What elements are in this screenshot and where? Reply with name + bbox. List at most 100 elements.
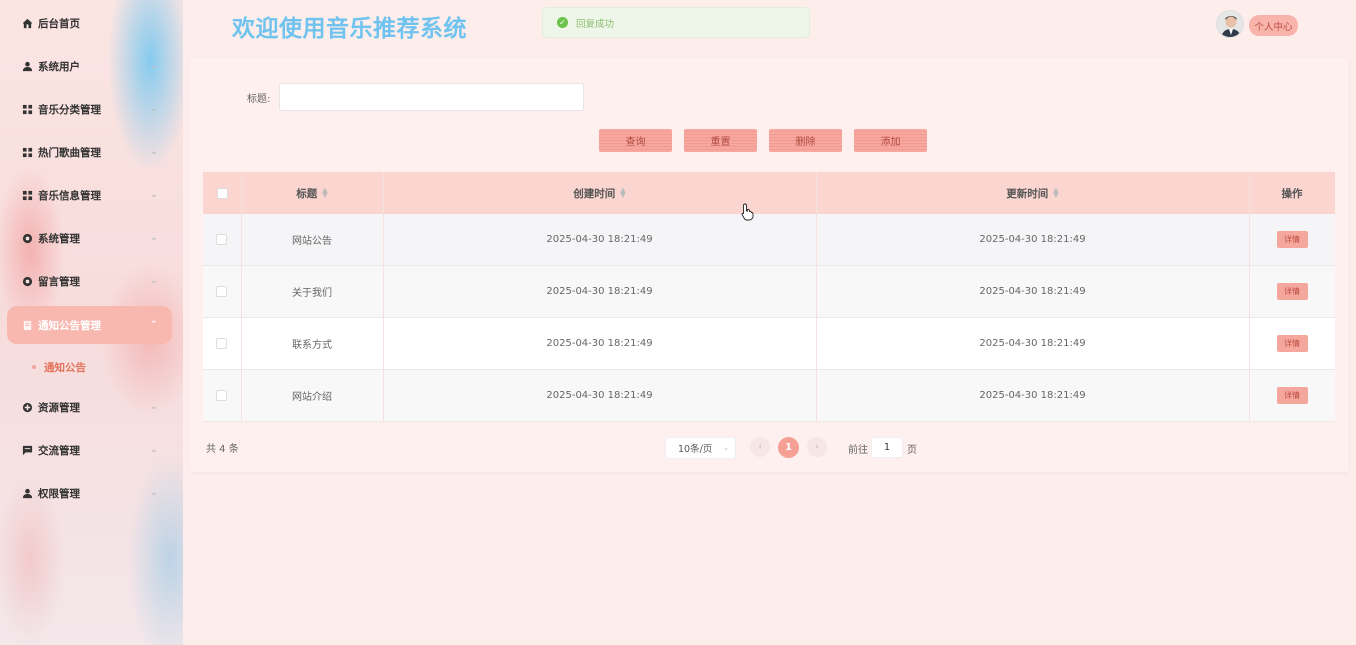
cell-updated: 2025-04-30 18:21:49: [979, 286, 1086, 297]
sidebar-item-permissions[interactable]: 权限管理 ⌄: [0, 474, 183, 512]
sidebar-item-exchange[interactable]: 交流管理 ⌄: [0, 431, 183, 469]
search-label: 标题:: [247, 94, 271, 105]
sidebar-item-resources[interactable]: 资源管理 ⌄: [0, 388, 183, 426]
row-checkbox[interactable]: [215, 234, 227, 245]
chevron-down-icon: ⌄: [150, 445, 158, 455]
chevron-down-icon: ⌄: [150, 147, 158, 157]
sort-icon[interactable]: ▲ ▼: [620, 187, 625, 199]
page-number-current[interactable]: 1: [778, 437, 799, 458]
sidebar-item-label: 音乐信息管理: [38, 189, 101, 202]
sidebar-item-label: 热门歌曲管理: [38, 146, 101, 159]
gear-icon: [22, 233, 33, 244]
cell-updated: 2025-04-30 18:21:49: [979, 390, 1086, 401]
chevron-right-icon: ›: [815, 442, 819, 452]
add-button[interactable]: 添加: [854, 129, 927, 152]
sort-icon[interactable]: ▲ ▼: [1053, 187, 1058, 199]
cell-created: 2025-04-30 18:21:49: [546, 390, 653, 401]
sidebar-item-label: 通知公告管理: [38, 319, 101, 332]
next-page-button[interactable]: ›: [807, 437, 827, 457]
delete-button[interactable]: 删除: [769, 129, 842, 152]
grid-icon: [22, 104, 33, 115]
prev-page-button[interactable]: ‹: [750, 437, 770, 457]
select-all-checkbox[interactable]: [216, 187, 228, 199]
reset-button[interactable]: 重置: [684, 129, 757, 152]
sidebar-item-music-category[interactable]: 音乐分类管理 ⌄: [0, 90, 183, 128]
cell-title: 联系方式: [292, 340, 332, 351]
column-header-title[interactable]: 标题 ▲ ▼: [241, 172, 383, 214]
page-size-select[interactable]: 10条/页 ⌄: [665, 437, 736, 459]
sidebar-item-label: 权限管理: [38, 487, 80, 500]
chevron-down-icon: ⌄: [150, 61, 158, 71]
sidebar-item-notices[interactable]: 通知公告管理 ⌃: [7, 306, 172, 344]
chevron-down-icon: ⌄: [150, 233, 158, 243]
submenu-item-label: 通知公告: [44, 361, 86, 374]
chevron-left-icon: ‹: [758, 442, 762, 452]
chevron-down-icon: ⌄: [150, 104, 158, 114]
user-icon: [22, 488, 33, 499]
check-circle-icon: ✓: [557, 17, 568, 28]
plus-circle-icon: [22, 402, 33, 413]
table-header: 标题 ▲ ▼ 创建时间 ▲ ▼ 更新时间 ▲ ▼ 操作: [203, 172, 1335, 214]
sidebar-item-messages[interactable]: 留言管理 ⌄: [0, 262, 183, 300]
sidebar-item-label: 交流管理: [38, 444, 80, 457]
mouse-cursor-icon: [741, 203, 755, 225]
detail-button[interactable]: 详情: [1276, 387, 1308, 404]
cell-title: 关于我们: [292, 288, 332, 299]
chat-icon: [22, 445, 33, 456]
sort-icon[interactable]: ▲ ▼: [322, 187, 327, 199]
sidebar-item-label: 后台首页: [38, 17, 80, 30]
detail-button[interactable]: 详情: [1276, 283, 1308, 300]
chevron-down-icon: ⌄: [150, 190, 158, 200]
goto-suffix: 页: [907, 445, 917, 456]
column-header-updated[interactable]: 更新时间 ▲ ▼: [816, 172, 1249, 214]
sidebar-item-label: 留言管理: [38, 275, 80, 288]
sidebar-item-hot-songs[interactable]: 热门歌曲管理 ⌄: [0, 133, 183, 171]
sidebar-item-label: 资源管理: [38, 401, 80, 414]
sidebar-item-label: 系统用户: [38, 60, 80, 73]
user-icon: [22, 61, 33, 72]
row-checkbox[interactable]: [215, 390, 227, 401]
avatar[interactable]: [1216, 10, 1244, 38]
sidebar-item-music-info[interactable]: 音乐信息管理 ⌄: [0, 176, 183, 214]
gear-icon: [22, 276, 33, 287]
chevron-down-icon: ⌄: [150, 488, 158, 498]
chevron-down-icon: ⌄: [723, 444, 729, 452]
detail-button[interactable]: 详情: [1276, 335, 1308, 352]
row-checkbox[interactable]: [215, 286, 227, 297]
detail-button[interactable]: 详情: [1276, 231, 1308, 248]
profile-button[interactable]: 个人中心: [1249, 15, 1298, 36]
cell-updated: 2025-04-30 18:21:49: [979, 338, 1086, 349]
column-header-actions: 操作: [1281, 187, 1303, 200]
sidebar-item-system[interactable]: 系统管理 ⌄: [0, 219, 183, 257]
chevron-down-icon: ⌄: [150, 276, 158, 286]
sidebar: 后台首页 系统用户 ⌄ 音乐分类管理 ⌄ 热门歌曲管理 ⌄ 音乐信息管理 ⌄ 系…: [0, 0, 183, 645]
bullet-icon: [32, 365, 36, 369]
table-row: 联系方式 2025-04-30 18:21:49 2025-04-30 18:2…: [203, 318, 1335, 370]
cell-created: 2025-04-30 18:21:49: [546, 338, 653, 349]
sidebar-item-label: 音乐分类管理: [38, 103, 101, 116]
total-count: 共 4 条: [206, 444, 239, 455]
sidebar-item-home[interactable]: 后台首页: [0, 4, 183, 42]
select-all-cell: [203, 172, 241, 214]
success-toast: ✓ 回复成功: [542, 7, 810, 38]
grid-icon: [22, 147, 33, 158]
row-checkbox[interactable]: [215, 338, 227, 349]
title-search-input[interactable]: [279, 83, 584, 111]
sidebar-item-label: 系统管理: [38, 232, 80, 245]
chevron-down-icon: ⌄: [150, 402, 158, 412]
cell-updated: 2025-04-30 18:21:49: [979, 234, 1086, 245]
cell-title: 网站介绍: [292, 392, 332, 403]
table-row: 关于我们 2025-04-30 18:21:49 2025-04-30 18:2…: [203, 266, 1335, 318]
grid-icon: [22, 190, 33, 201]
toast-message: 回复成功: [576, 18, 615, 30]
table-row: 网站公告 2025-04-30 18:21:49 2025-04-30 18:2…: [203, 214, 1335, 266]
chevron-up-icon: ⌃: [150, 320, 158, 330]
sidebar-item-users[interactable]: 系统用户 ⌄: [0, 47, 183, 85]
goto-page-input[interactable]: 1: [871, 437, 903, 458]
submenu-item-notice[interactable]: 通知公告: [32, 358, 86, 376]
page-title: 欢迎使用音乐推荐系统: [232, 16, 467, 42]
cell-created: 2025-04-30 18:21:49: [546, 286, 653, 297]
query-button[interactable]: 查询: [599, 129, 672, 152]
table-row: 网站介绍 2025-04-30 18:21:49 2025-04-30 18:2…: [203, 370, 1335, 422]
cell-title: 网站公告: [292, 236, 332, 247]
